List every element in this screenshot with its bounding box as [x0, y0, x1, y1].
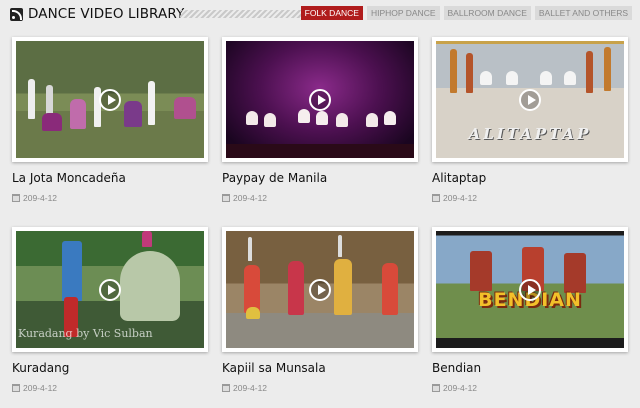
- play-icon[interactable]: [519, 88, 541, 111]
- video-title[interactable]: Alitaptap: [432, 171, 486, 185]
- video-card[interactable]: La Jota Moncadeña 209-4-12: [12, 37, 208, 203]
- date-text: 209-4-12: [233, 383, 268, 393]
- play-icon[interactable]: [519, 278, 541, 301]
- video-card[interactable]: ALITAPTAP Alitaptap 209-4-12: [432, 37, 628, 203]
- thumbnail-caption: ALITAPTAP: [468, 125, 592, 143]
- thumbnail-caption: Kuradang by Vic Sulban: [18, 327, 153, 340]
- calendar-icon: [12, 194, 20, 202]
- video-grid: La Jota Moncadeña 209-4-12 Paypay de Man…: [0, 0, 640, 408]
- calendar-icon: [432, 194, 440, 202]
- video-title[interactable]: Kuradang: [12, 361, 69, 375]
- video-date: 209-4-12: [222, 193, 267, 203]
- date-text: 209-4-12: [23, 193, 58, 203]
- calendar-icon: [222, 384, 230, 392]
- play-icon[interactable]: [99, 278, 121, 301]
- video-thumbnail[interactable]: [12, 37, 208, 162]
- video-title[interactable]: Bendian: [432, 361, 481, 375]
- video-card[interactable]: Paypay de Manila 209-4-12: [222, 37, 418, 203]
- date-text: 209-4-12: [443, 383, 478, 393]
- video-card[interactable]: Kuradang by Vic Sulban Kuradang 209-4-12: [12, 227, 208, 393]
- play-icon[interactable]: [99, 88, 121, 111]
- video-date: 209-4-12: [12, 193, 57, 203]
- date-text: 209-4-12: [23, 383, 58, 393]
- calendar-icon: [12, 384, 20, 392]
- video-date: 209-4-12: [12, 383, 57, 393]
- video-thumbnail[interactable]: [222, 227, 418, 352]
- date-text: 209-4-12: [233, 193, 268, 203]
- video-date: 209-4-12: [432, 193, 477, 203]
- video-card[interactable]: BENDIAN Bendian 209-4-12: [432, 227, 628, 393]
- video-title[interactable]: La Jota Moncadeña: [12, 171, 126, 185]
- calendar-icon: [432, 384, 440, 392]
- video-thumbnail[interactable]: BENDIAN: [432, 227, 628, 352]
- video-card[interactable]: Kapiil sa Munsala 209-4-12: [222, 227, 418, 393]
- play-icon[interactable]: [309, 88, 331, 111]
- video-date: 209-4-12: [222, 383, 267, 393]
- video-title[interactable]: Kapiil sa Munsala: [222, 361, 326, 375]
- video-thumbnail[interactable]: Kuradang by Vic Sulban: [12, 227, 208, 352]
- video-thumbnail[interactable]: [222, 37, 418, 162]
- date-text: 209-4-12: [443, 193, 478, 203]
- video-thumbnail[interactable]: ALITAPTAP: [432, 37, 628, 162]
- video-title[interactable]: Paypay de Manila: [222, 171, 327, 185]
- video-date: 209-4-12: [432, 383, 477, 393]
- play-icon[interactable]: [309, 278, 331, 301]
- calendar-icon: [222, 194, 230, 202]
